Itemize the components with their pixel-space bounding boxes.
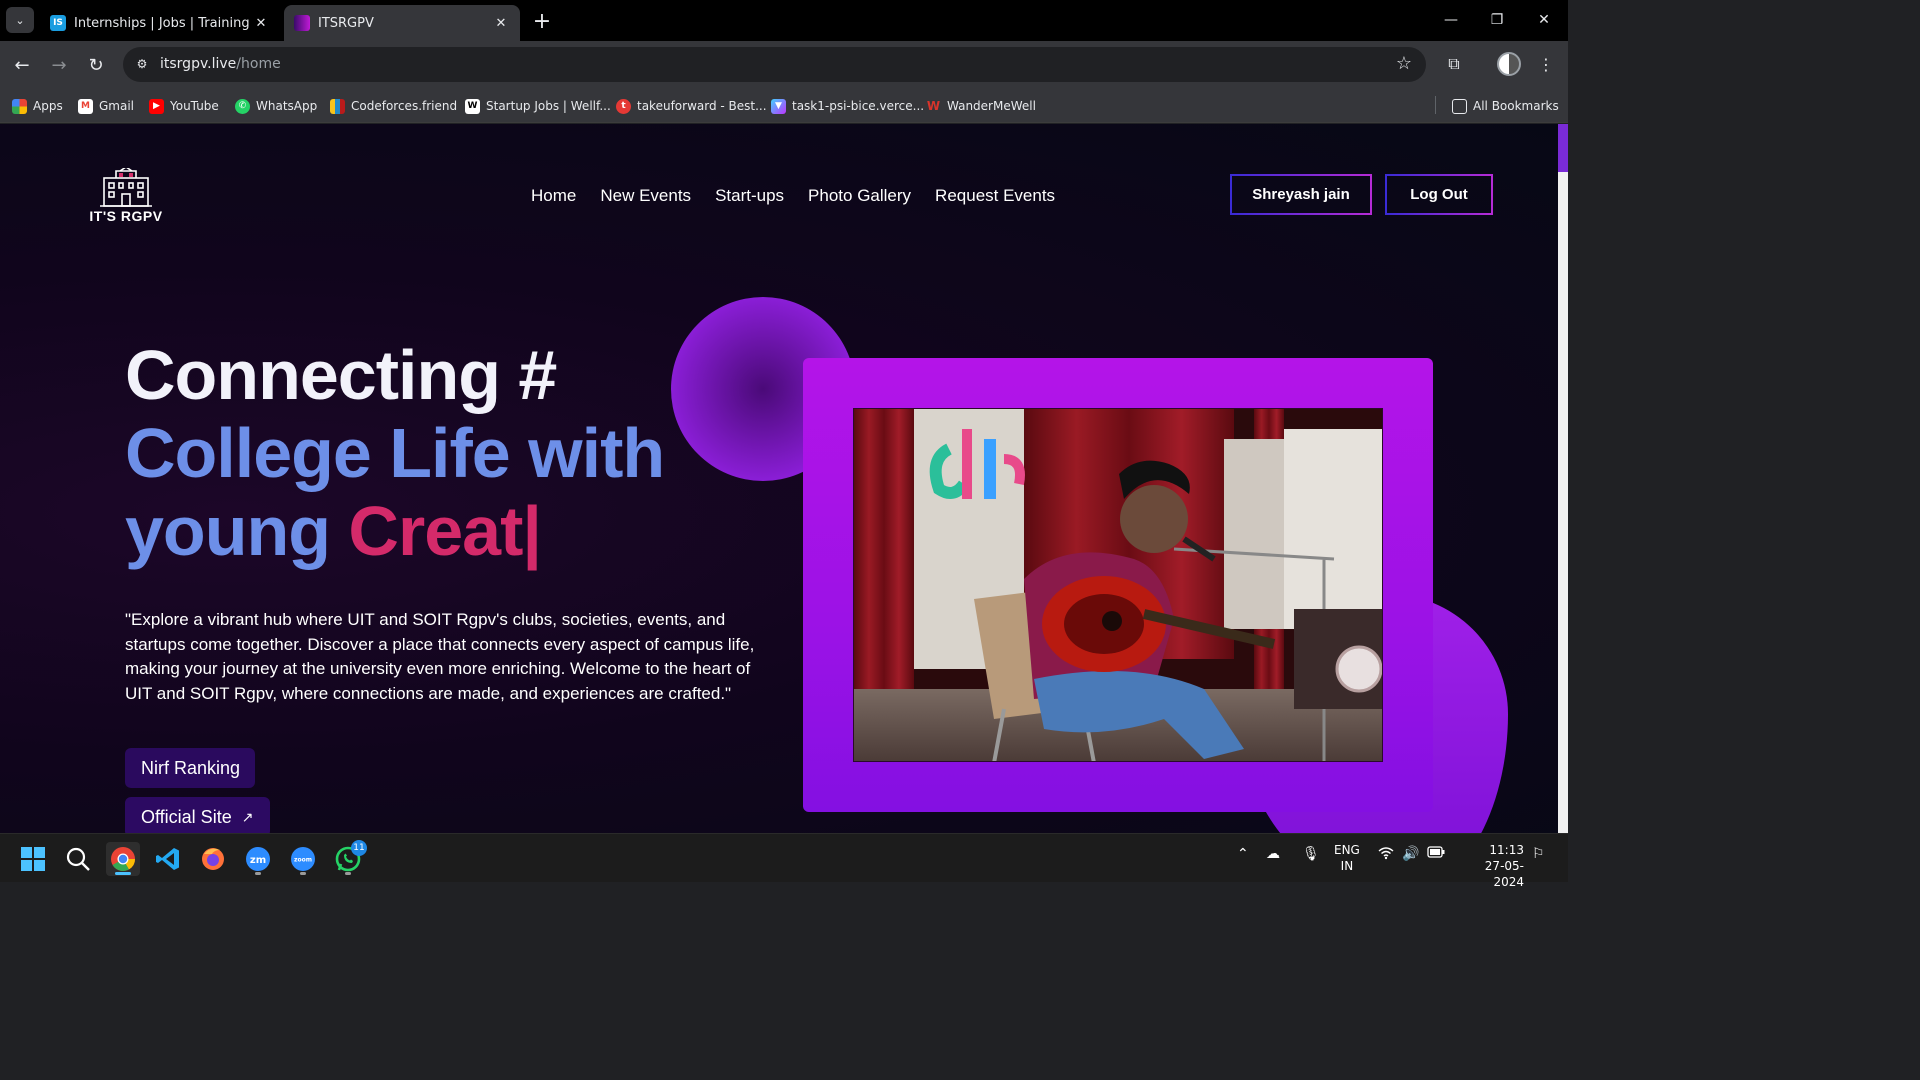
site-info-icon[interactable]: ⚙: [133, 55, 151, 73]
bookmark-wellfound[interactable]: W Startup Jobs | Wellf...: [465, 96, 611, 116]
user-profile-button[interactable]: Shreyash jain: [1230, 174, 1372, 215]
notification-icon[interactable]: ⚐: [1532, 846, 1545, 862]
headline-line-3: young Creat|: [125, 492, 542, 570]
windows-taskbar: zm zoom 11 ⌃ ☁ 🎙 ENG IN 🔊 11:13 27-05-20…: [0, 833, 1568, 889]
official-site-button[interactable]: Official Site ↗: [125, 797, 270, 833]
tab-itsrgpv[interactable]: ITSRGPV ✕: [284, 5, 520, 41]
tab-title: ITSRGPV: [318, 15, 374, 31]
main-nav: Home New Events Start-ups Photo Gallery …: [531, 186, 1055, 206]
bookmark-apps[interactable]: Apps: [12, 96, 63, 116]
language-indicator[interactable]: ENG IN: [1334, 842, 1360, 874]
tab-strip: ⌄ IS Internships | Jobs | Trainings & I …: [0, 0, 1568, 41]
extensions-icon[interactable]: ⧉: [1442, 52, 1466, 76]
whatsapp-icon: ✆: [235, 98, 250, 114]
typed-text: Creat|: [348, 492, 542, 570]
external-link-icon: ↗: [241, 808, 254, 825]
logo-text: IT'S RGPV: [89, 208, 163, 224]
gmail-icon: M: [78, 98, 93, 114]
reload-icon[interactable]: ↻: [83, 52, 109, 78]
bookmark-takeuforward[interactable]: t takeuforward - Best...: [616, 96, 767, 116]
whatsapp-badge: 11: [351, 840, 367, 856]
folder-icon: [1452, 98, 1467, 114]
nav-photo-gallery[interactable]: Photo Gallery: [808, 186, 911, 206]
wifi-icon[interactable]: [1378, 846, 1394, 864]
takeuforward-icon: t: [616, 98, 631, 114]
vscode-icon[interactable]: [151, 842, 185, 876]
close-window-icon[interactable]: ✕: [1531, 8, 1557, 32]
chrome-icon[interactable]: [106, 842, 140, 876]
codeforces-icon: [330, 98, 345, 114]
firefox-icon[interactable]: [196, 842, 230, 876]
building-icon: [100, 166, 152, 207]
hero-description: "Explore a vibrant hub where UIT and SOI…: [125, 610, 755, 703]
microphone-icon[interactable]: 🎙: [1302, 846, 1320, 862]
bookmark-vercel[interactable]: ▼ task1-psi-bice.verce...: [771, 96, 924, 116]
vercel-vite-icon: ▼: [771, 98, 786, 114]
nav-request-events[interactable]: Request Events: [935, 186, 1055, 206]
scrollbar-thumb[interactable]: [1558, 124, 1568, 172]
browser-toolbar: ← → ↻ ⚙ itsrgpv.live/home ☆ ⧉ ⋮: [0, 41, 1568, 88]
bookmark-whatsapp[interactable]: ✆ WhatsApp: [235, 96, 317, 116]
headline-line-1: Connecting #: [125, 336, 557, 414]
webpage: IT'S RGPV Home New Events Start-ups Phot…: [0, 124, 1558, 833]
onedrive-cloud-icon[interactable]: ☁: [1266, 846, 1280, 862]
system-clock[interactable]: 11:13 27-05-2024: [1458, 842, 1524, 890]
forward-icon[interactable]: →: [46, 52, 72, 78]
bookmark-gmail[interactable]: M Gmail: [78, 96, 134, 116]
hero-image-frame: [803, 358, 1433, 812]
address-bar[interactable]: ⚙ itsrgpv.live/home ☆: [123, 47, 1426, 82]
nav-start-ups[interactable]: Start-ups: [715, 186, 784, 206]
menu-kebab-icon[interactable]: ⋮: [1534, 52, 1558, 76]
minimize-icon[interactable]: —: [1438, 8, 1464, 32]
nav-home[interactable]: Home: [531, 186, 576, 206]
search-icon[interactable]: [61, 842, 95, 876]
close-tab-icon[interactable]: ✕: [250, 12, 272, 34]
apps-grid-icon: [12, 98, 27, 114]
profile-avatar[interactable]: [1497, 52, 1521, 76]
whatsapp-icon[interactable]: 11: [331, 840, 367, 876]
hero-photo-guitarist: [853, 408, 1383, 762]
volume-icon[interactable]: 🔊: [1402, 846, 1419, 862]
show-hidden-icons-icon[interactable]: ⌃: [1237, 846, 1249, 862]
headline-line-2: College Life with: [125, 414, 665, 492]
svg-text:zoom: zoom: [294, 857, 312, 864]
bookmark-wandermewell[interactable]: W WanderMeWell: [926, 96, 1036, 116]
bookmark-star-icon[interactable]: ☆: [1396, 53, 1412, 74]
itsrgpv-favicon-icon: [294, 15, 310, 31]
guitarist-photo-illustration: [854, 409, 1382, 761]
start-icon[interactable]: [16, 842, 50, 876]
back-icon[interactable]: ←: [9, 52, 35, 78]
nav-new-events[interactable]: New Events: [600, 186, 691, 206]
all-bookmarks[interactable]: All Bookmarks: [1452, 96, 1559, 116]
tab-title: Internships | Jobs | Trainings & I: [74, 15, 250, 31]
bookmark-youtube[interactable]: ▶ YouTube: [149, 96, 219, 116]
bookmark-codeforces[interactable]: Codeforces.friend: [330, 96, 457, 116]
restore-icon[interactable]: ❐: [1484, 8, 1510, 32]
svg-text:zm: zm: [250, 855, 266, 866]
zoom-workplace-icon[interactable]: zm: [241, 842, 275, 876]
tab-internshala[interactable]: IS Internships | Jobs | Trainings & I ✕: [40, 5, 280, 41]
wellfound-icon: W: [465, 98, 480, 114]
new-tab-button[interactable]: +: [530, 9, 554, 34]
close-tab-icon[interactable]: ✕: [490, 12, 512, 34]
hero-headline: Connecting # College Life with young Cre…: [125, 336, 665, 570]
bookmark-separator: [1435, 96, 1436, 114]
battery-icon[interactable]: [1427, 846, 1445, 862]
bookmarks-bar: Apps M Gmail ▶ YouTube ✆ WhatsApp Codefo…: [0, 88, 1568, 123]
wandermewell-icon: W: [926, 99, 941, 113]
youtube-icon: ▶: [149, 98, 164, 114]
zoom-icon[interactable]: zoom: [286, 842, 320, 876]
logout-button[interactable]: Log Out: [1385, 174, 1493, 215]
nirf-ranking-button[interactable]: Nirf Ranking: [125, 748, 255, 788]
page-scrollbar[interactable]: [1558, 124, 1568, 833]
site-logo[interactable]: IT'S RGPV: [86, 166, 166, 228]
url-text[interactable]: itsrgpv.live/home: [160, 56, 281, 72]
tab-search-button[interactable]: ⌄: [6, 7, 34, 33]
internshala-favicon-icon: IS: [50, 15, 66, 31]
